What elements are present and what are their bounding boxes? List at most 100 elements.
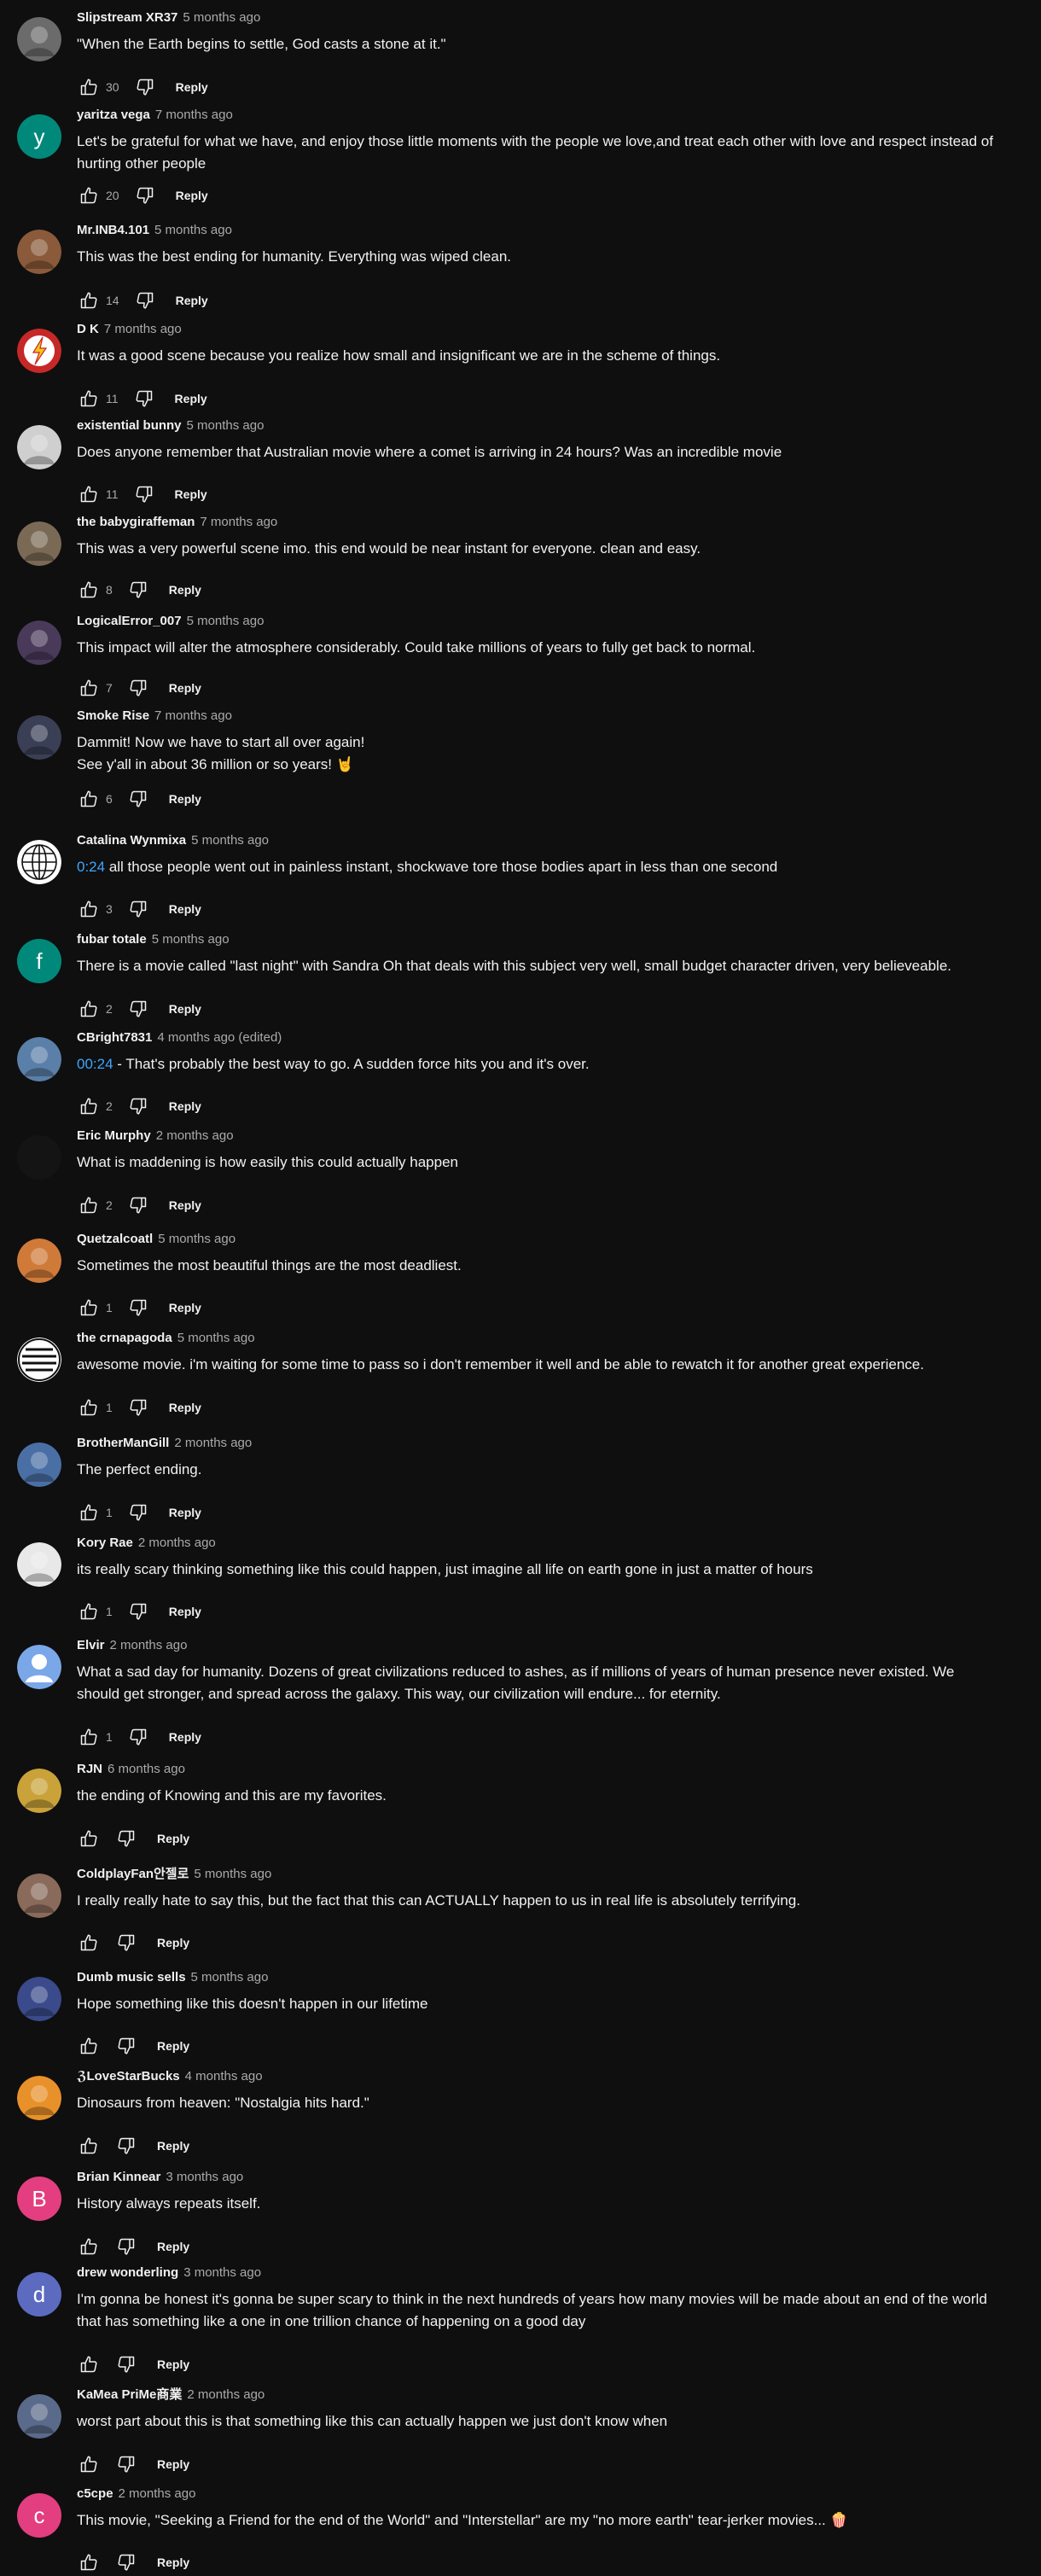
avatar[interactable] [17,1238,61,1283]
dislike-button[interactable] [126,1501,150,1524]
comment-time[interactable]: 4 months ago [185,2069,263,2084]
like-button[interactable] [77,1931,101,1955]
comment-author[interactable]: Mr.INB4.101 [77,223,149,237]
reply-button[interactable]: Reply [157,2457,189,2471]
like-button[interactable] [77,1296,101,1320]
dislike-button[interactable] [126,1193,150,1217]
reply-button[interactable]: Reply [157,2039,189,2053]
timestamp-link[interactable]: 00:24 [77,1056,113,1072]
avatar[interactable]: d [17,2272,61,2317]
comment-author[interactable]: Dumb music sells [77,1970,186,1984]
comment-time[interactable]: 5 months ago [194,1867,271,1881]
like-button[interactable] [77,2034,101,2058]
comment-time[interactable]: 5 months ago [183,10,260,25]
dislike-button[interactable] [114,2134,138,2158]
avatar[interactable] [17,329,61,373]
reply-button[interactable]: Reply [169,1198,201,1212]
comment-author[interactable]: existential bunny [77,418,182,433]
comment-time[interactable]: 5 months ago [154,223,232,237]
avatar[interactable] [17,2394,61,2439]
dislike-button[interactable] [133,75,157,99]
comment-author[interactable]: fubar totale [77,932,147,947]
like-button[interactable] [77,184,101,207]
reply-button[interactable]: Reply [157,2556,189,2569]
comment-author[interactable]: ColdplayFan안젤로 [77,1867,189,1881]
reply-button[interactable]: Reply [169,1002,201,1016]
avatar[interactable] [17,17,61,61]
comment-author[interactable]: Brian Kinnear [77,2170,160,2184]
dislike-button[interactable] [114,2034,138,2058]
avatar[interactable]: B [17,2177,61,2221]
comment-author[interactable]: Kory Rae [77,1536,133,1550]
comment-author[interactable]: RJN [77,1762,102,1776]
dislike-button[interactable] [114,2550,138,2574]
like-button[interactable] [77,2452,101,2476]
comment-time[interactable]: 7 months ago [200,515,277,529]
comment-time[interactable]: 2 months ago [119,2486,196,2501]
like-button[interactable] [77,897,101,921]
dislike-button[interactable] [126,1094,150,1118]
like-button[interactable] [77,1501,101,1524]
comment-author[interactable]: LogicalError_007 [77,614,182,628]
comment-time[interactable]: 5 months ago [158,1232,236,1246]
avatar[interactable] [17,230,61,274]
avatar[interactable] [17,715,61,760]
comment-time[interactable]: 2 months ago [156,1128,234,1143]
avatar[interactable]: f [17,939,61,983]
comment-author[interactable]: Quetzalcoatl [77,1232,153,1246]
avatar[interactable]: c [17,2493,61,2538]
comment-author[interactable]: CBright7831 [77,1030,152,1045]
like-button[interactable] [77,787,101,811]
comment-time[interactable]: 5 months ago [191,1970,269,1984]
timestamp-link[interactable]: 0:24 [77,859,105,875]
like-button[interactable] [77,2352,101,2376]
avatar[interactable] [17,621,61,665]
comment-author[interactable]: ℨLoveStarBucks [77,2069,180,2084]
reply-button[interactable]: Reply [176,294,208,307]
reply-button[interactable]: Reply [169,583,201,597]
avatar[interactable] [17,1874,61,1918]
like-button[interactable] [77,288,101,312]
comment-author[interactable]: c5cpe [77,2486,113,2501]
dislike-button[interactable] [126,1600,150,1623]
dislike-button[interactable] [133,184,157,207]
dislike-button[interactable] [114,1931,138,1955]
like-button[interactable] [77,1094,101,1118]
dislike-button[interactable] [114,1827,138,1850]
like-button[interactable] [77,2550,101,2574]
comment-time[interactable]: 6 months ago [108,1762,185,1776]
dislike-button[interactable] [126,578,150,602]
dislike-button[interactable] [114,2352,138,2376]
comment-author[interactable]: yaritza vega [77,108,150,122]
reply-button[interactable]: Reply [175,392,207,405]
like-button[interactable] [77,1600,101,1623]
reply-button[interactable]: Reply [169,792,201,806]
like-button[interactable] [77,387,101,411]
avatar[interactable] [17,1037,61,1081]
comment-time[interactable]: 7 months ago [155,108,233,122]
reply-button[interactable]: Reply [157,1936,189,1949]
reply-button[interactable]: Reply [169,1099,201,1113]
like-button[interactable] [77,2134,101,2158]
avatar[interactable] [17,2076,61,2120]
reply-button[interactable]: Reply [169,1506,201,1519]
comment-time[interactable]: 5 months ago [187,418,265,433]
comment-author[interactable]: the babygiraffeman [77,515,195,529]
dislike-button[interactable] [114,2452,138,2476]
like-button[interactable] [77,75,101,99]
dislike-button[interactable] [126,997,150,1021]
dislike-button[interactable] [126,1396,150,1419]
dislike-button[interactable] [126,676,150,700]
avatar[interactable] [17,1542,61,1587]
like-button[interactable] [77,1827,101,1850]
comment-time[interactable]: 5 months ago [187,614,265,628]
comment-author[interactable]: drew wonderling [77,2265,178,2280]
avatar[interactable] [17,425,61,469]
comment-author[interactable]: D K [77,322,99,336]
avatar[interactable] [17,1645,61,1689]
avatar[interactable] [17,1977,61,2021]
avatar[interactable] [17,1442,61,1487]
reply-button[interactable]: Reply [157,2357,189,2371]
reply-button[interactable]: Reply [169,681,201,695]
comment-time[interactable]: 3 months ago [183,2265,261,2280]
